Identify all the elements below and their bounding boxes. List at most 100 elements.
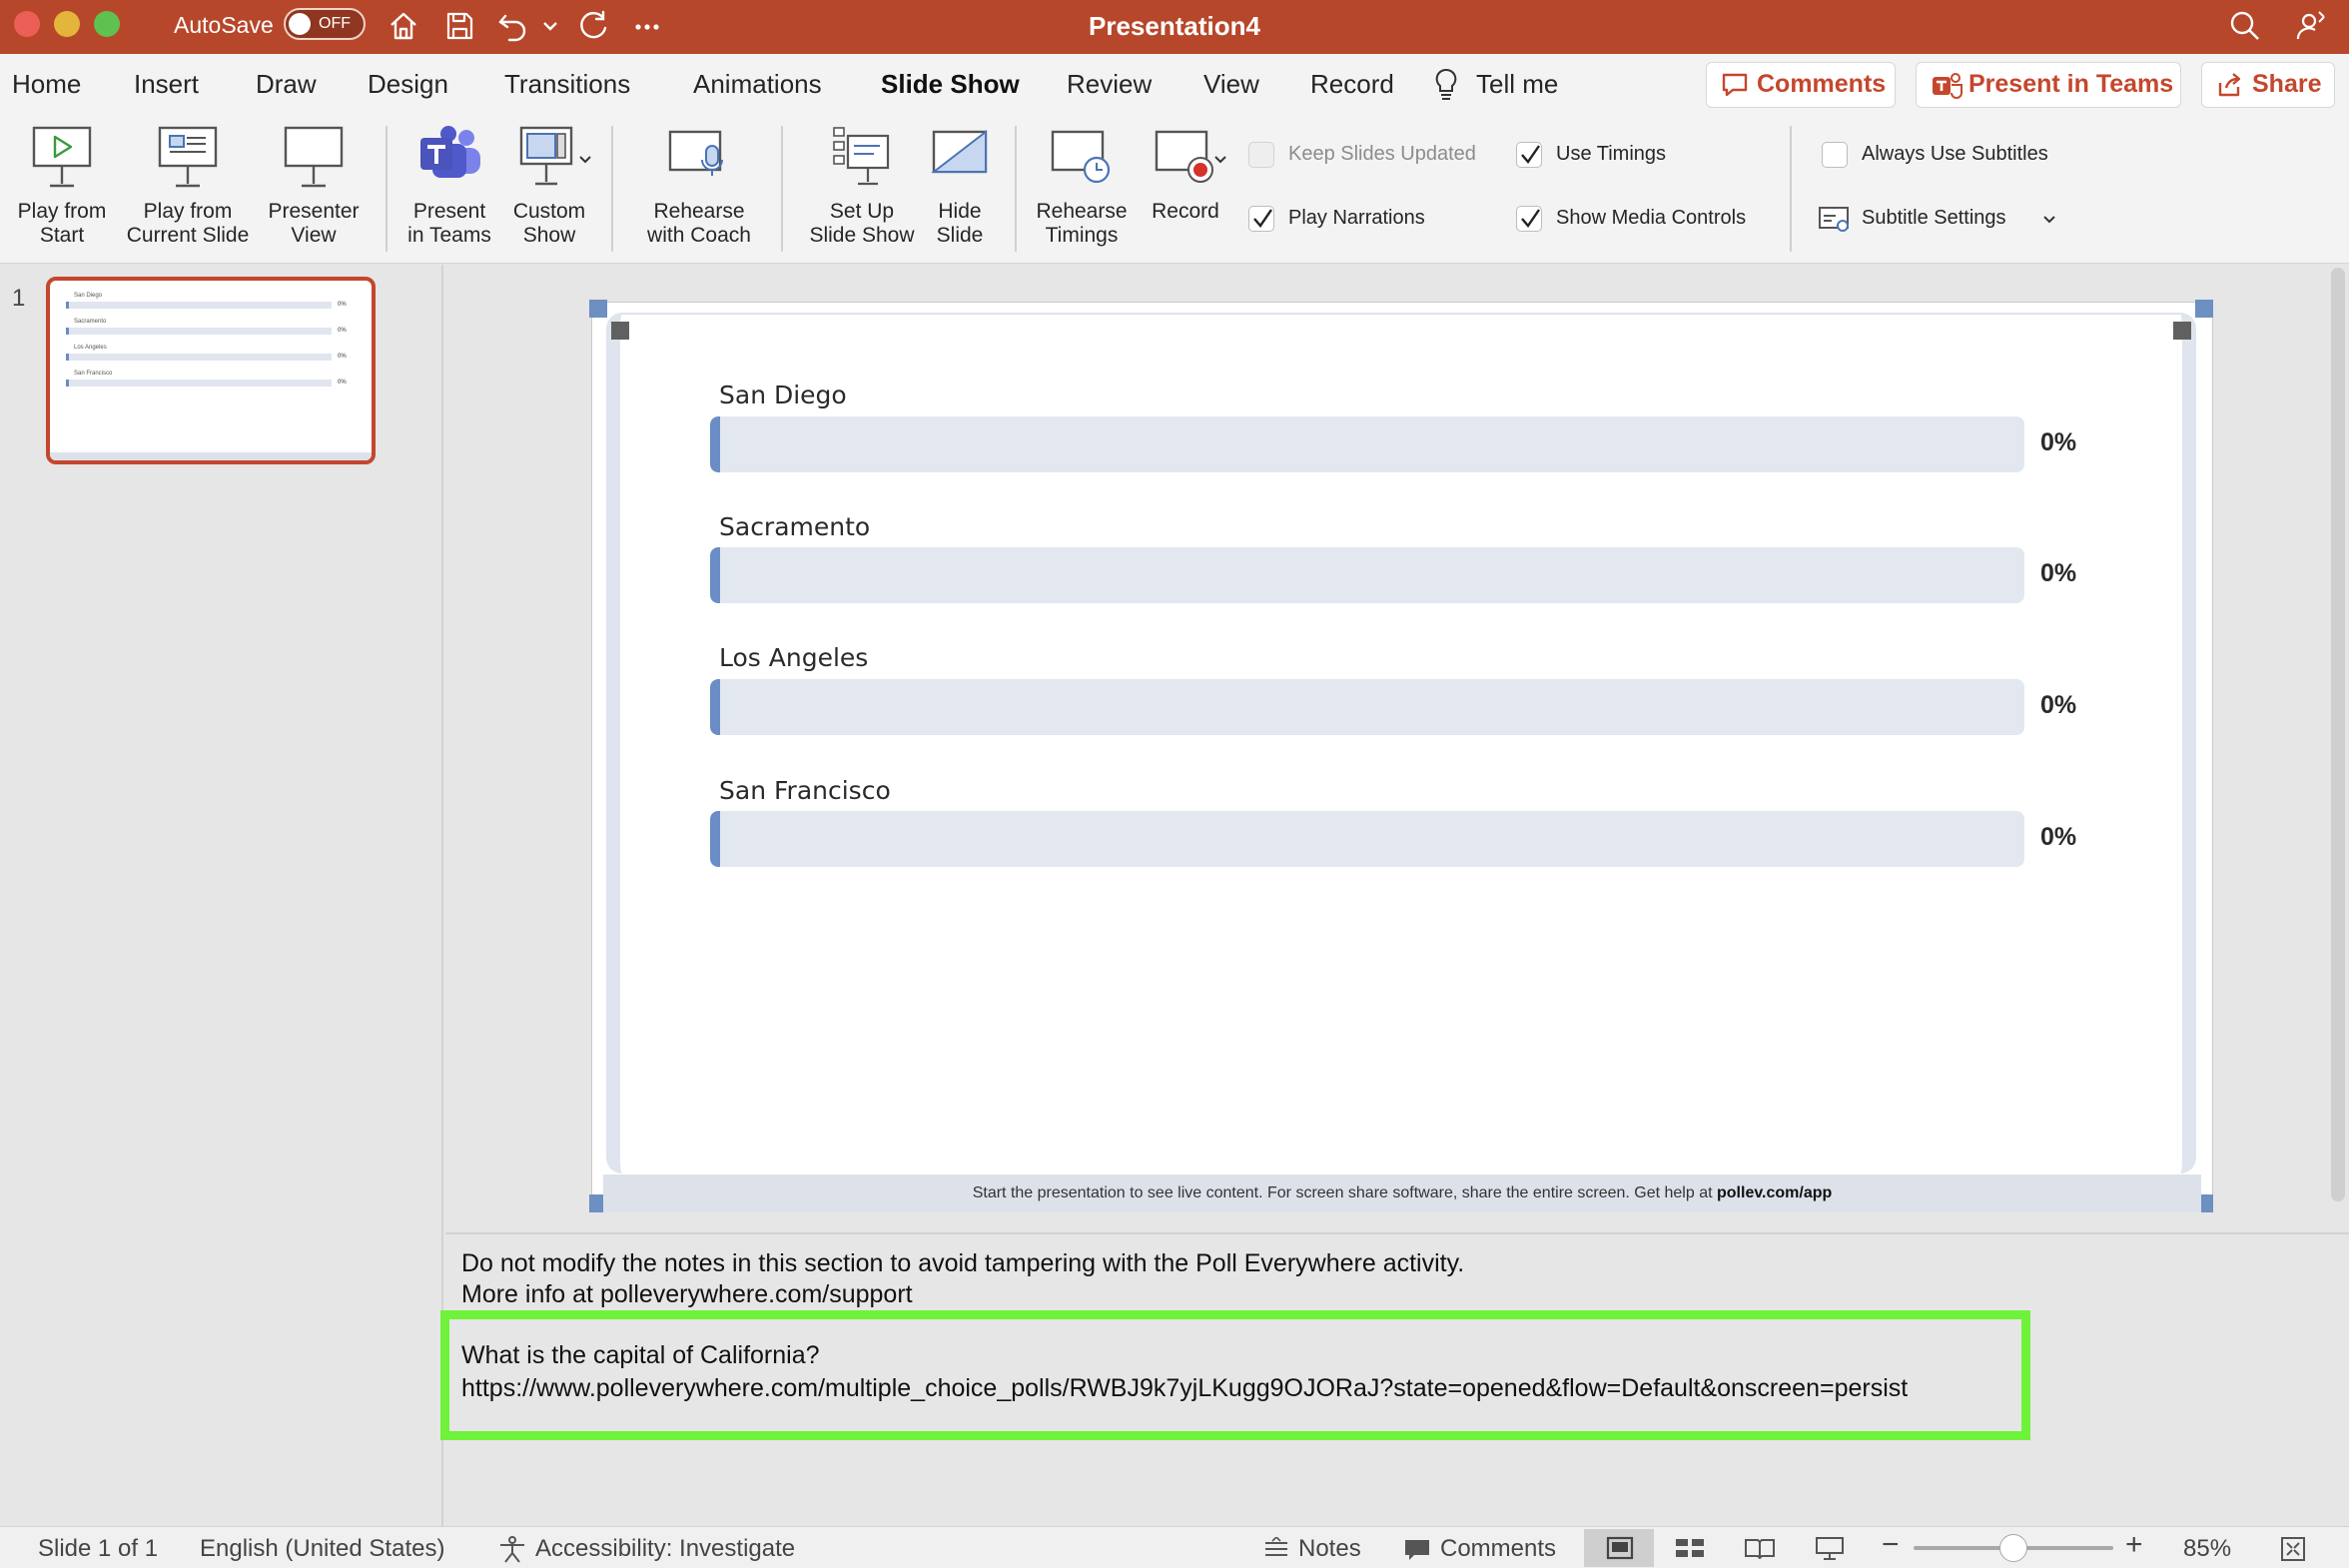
minimize-window-button[interactable] <box>54 11 80 37</box>
chevron-down-icon[interactable] <box>1212 152 1228 168</box>
record-icon <box>1155 130 1213 183</box>
poll-option-percent: 0% <box>2040 428 2077 456</box>
save-icon[interactable] <box>441 8 477 44</box>
resize-handle[interactable] <box>2195 300 2213 318</box>
share-button[interactable]: Share <box>2201 62 2335 108</box>
present-in-teams-ribbon-label-1: Present <box>412 200 486 223</box>
close-window-button[interactable] <box>14 11 40 37</box>
share-person-icon[interactable] <box>2293 8 2329 44</box>
teams-icon <box>1933 73 1962 99</box>
present-in-teams-button[interactable]: Present in Teams <box>1916 62 2181 108</box>
record-button[interactable]: Record <box>1135 124 1236 260</box>
set-up-slide-show-button[interactable]: Set Up Slide Show <box>797 124 927 260</box>
rehearse-with-coach-label-1: Rehearse <box>653 200 745 223</box>
tab-slide-show[interactable]: Slide Show <box>881 68 1020 100</box>
chevron-down-icon <box>2043 216 2055 224</box>
tab-draw[interactable]: Draw <box>256 68 317 100</box>
comments-button[interactable]: Comments <box>1706 62 1896 108</box>
undo-icon[interactable] <box>495 8 531 44</box>
thumb-option-label: Sacramento <box>74 319 107 325</box>
subtitle-settings-icon <box>1819 207 1849 232</box>
checkbox-box <box>1516 142 1542 168</box>
tell-me-search[interactable]: Tell me <box>1476 68 1558 100</box>
play-from-current-slide-button[interactable]: Play from Current Slide <box>122 124 254 260</box>
tab-record[interactable]: Record <box>1310 68 1394 100</box>
hide-slide-icon <box>931 129 988 174</box>
maximize-window-button[interactable] <box>94 11 120 37</box>
zoom-slider-knob[interactable] <box>1999 1534 2027 1562</box>
rehearse-with-coach-button[interactable]: Rehearse with Coach <box>631 124 767 260</box>
autosave-toggle[interactable]: OFF <box>284 8 366 40</box>
slide-show-view-button[interactable] <box>1796 1529 1866 1567</box>
rehearse-timings-label-1: Rehearse <box>1036 200 1128 223</box>
home-icon[interactable] <box>386 8 421 44</box>
reading-view-button[interactable] <box>1726 1529 1796 1567</box>
notes-icon <box>1265 1537 1287 1556</box>
presenter-view-icon <box>284 126 344 188</box>
redo-icon[interactable] <box>575 8 611 44</box>
play-from-start-button[interactable]: Play from Start <box>4 124 120 260</box>
slide-thumbnail-pane: 1 San Diego 0% Sacramento 0% Los Angeles… <box>0 265 443 1526</box>
notes-highlight-box <box>440 1310 2030 1440</box>
ribbon-toolbar: Play from Start Play from Current Slide … <box>0 116 2349 264</box>
thumb-footer <box>50 452 372 460</box>
language-indicator[interactable]: English (United States) <box>200 1535 444 1563</box>
slide-sorter-view-button[interactable] <box>1656 1529 1726 1567</box>
search-icon[interactable] <box>2227 8 2263 44</box>
checkbox-box <box>1822 142 1848 168</box>
custom-show-button[interactable]: Custom Show <box>501 124 597 260</box>
ribbon-separator <box>1015 126 1017 252</box>
present-in-teams-label: Present in Teams <box>1968 70 2174 98</box>
hide-slide-label-1: Hide <box>938 200 982 223</box>
hide-slide-button[interactable]: Hide Slide <box>923 124 997 260</box>
tab-review[interactable]: Review <box>1067 68 1152 100</box>
present-in-teams-ribbon-label-2: in Teams <box>407 224 491 247</box>
set-up-slide-show-label-1: Set Up <box>829 200 895 223</box>
present-in-teams-ribbon-button[interactable]: Present in Teams <box>395 124 503 260</box>
tab-home[interactable]: Home <box>12 68 81 100</box>
poll-option-label: Los Angeles <box>719 643 869 672</box>
poll-option-label: Sacramento <box>719 512 871 541</box>
presenter-view-button[interactable]: Presenter View <box>256 124 372 260</box>
show-media-controls-label: Show Media Controls <box>1556 207 1747 229</box>
fit-to-window-icon[interactable] <box>2279 1535 2307 1563</box>
play-from-current-label-2: Current Slide <box>126 224 250 247</box>
toggle-knob <box>289 13 311 35</box>
slide-thumbnail[interactable]: San Diego 0% Sacramento 0% Los Angeles 0… <box>46 277 376 464</box>
more-icon[interactable] <box>629 8 665 44</box>
zoom-level[interactable]: 85% <box>2183 1535 2231 1563</box>
dropdown-icon[interactable] <box>539 8 561 44</box>
poll-option-bar <box>710 811 2024 867</box>
checkmark-icon <box>1521 209 1540 228</box>
thumb-option-bar <box>66 354 332 361</box>
vertical-scrollbar[interactable] <box>2331 268 2345 1201</box>
record-label: Record <box>1152 200 1219 223</box>
lightbulb-icon <box>1435 68 1457 100</box>
zoom-out-button[interactable]: − <box>1882 1530 1900 1560</box>
tab-insert[interactable]: Insert <box>134 68 199 100</box>
tab-design[interactable]: Design <box>368 68 448 100</box>
notes-toggle-button[interactable]: Notes <box>1298 1535 1361 1563</box>
teams-icon <box>420 126 480 178</box>
resize-handle[interactable] <box>589 300 607 318</box>
resize-handle[interactable] <box>611 322 629 340</box>
rehearse-timings-icon <box>1051 130 1111 184</box>
resize-handle[interactable] <box>2173 322 2191 340</box>
accessibility-status[interactable]: Accessibility: Investigate <box>535 1535 795 1563</box>
zoom-in-button[interactable]: + <box>2125 1530 2143 1560</box>
thumb-option-label: Los Angeles <box>74 345 107 351</box>
normal-view-button[interactable] <box>1584 1529 1654 1567</box>
tab-animations[interactable]: Animations <box>693 68 822 100</box>
rehearse-timings-button[interactable]: Rehearse Timings <box>1029 124 1135 260</box>
poll-option-bar <box>710 416 2024 472</box>
custom-show-label-1: Custom <box>512 200 586 223</box>
comments-toggle-button[interactable]: Comments <box>1440 1535 1556 1563</box>
zoom-slider[interactable] <box>1914 1534 2113 1562</box>
tab-transitions[interactable]: Transitions <box>504 68 630 100</box>
poll-option-fill <box>710 416 720 472</box>
tab-view[interactable]: View <box>1203 68 1259 100</box>
presenter-view-label-2: View <box>291 224 337 247</box>
notes-warning-line: Do not modify the notes in this section … <box>461 1249 1465 1277</box>
chevron-down-icon[interactable] <box>577 152 593 168</box>
rehearse-timings-label-2: Timings <box>1045 224 1119 247</box>
